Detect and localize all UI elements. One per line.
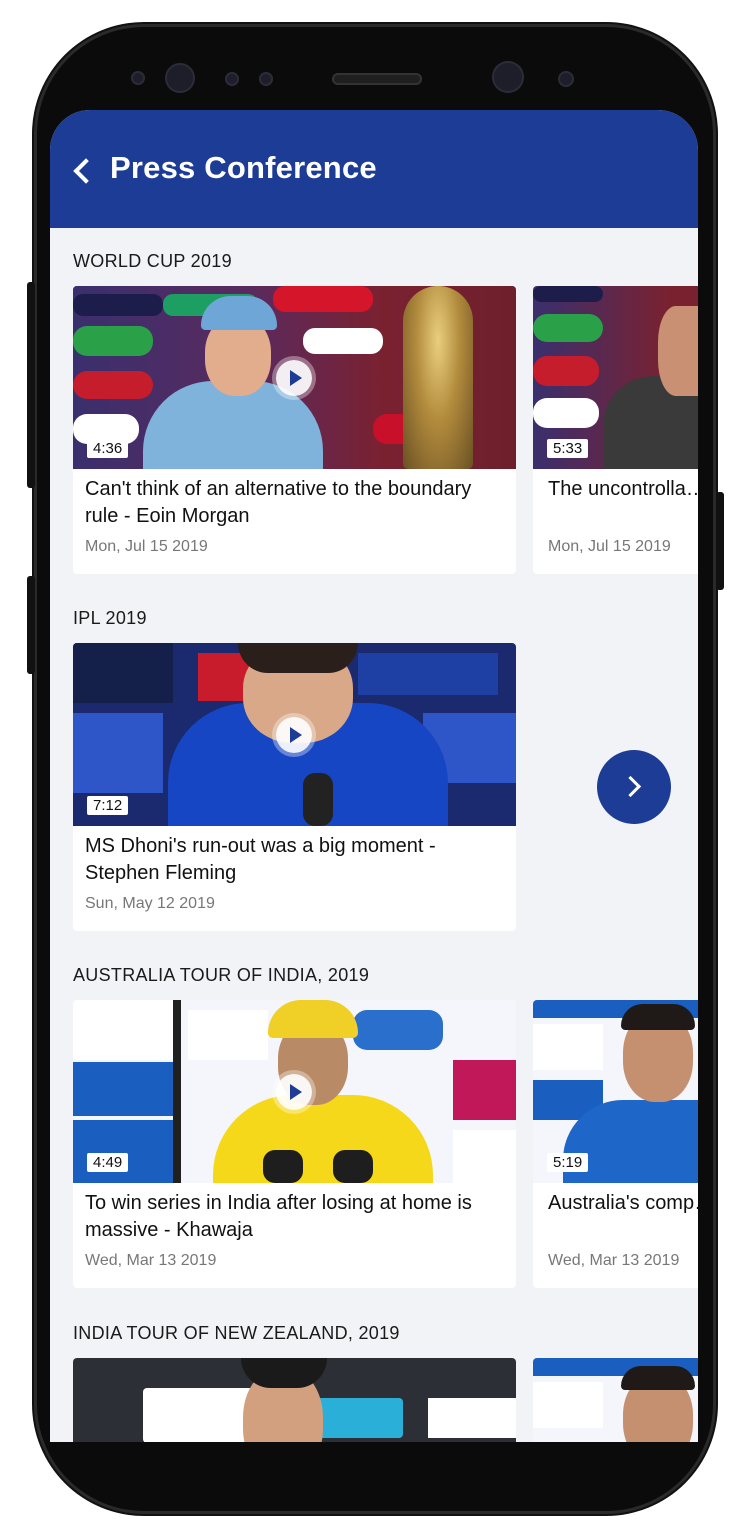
video-card[interactable] — [533, 1358, 698, 1442]
bixby-button — [27, 576, 35, 674]
video-title: The uncontrolla… swallow - Kane — [548, 478, 698, 500]
video-title: Australia's comp… them the series — [548, 1192, 698, 1214]
video-date: Wed, Mar 13 2019 — [85, 1252, 217, 1269]
sensor — [131, 71, 145, 85]
video-duration: 7:12 — [87, 796, 129, 815]
earpiece-speaker — [332, 73, 422, 85]
video-thumbnail: 4:49 — [73, 1000, 516, 1183]
power-button — [716, 492, 724, 590]
video-thumbnail — [533, 1358, 698, 1442]
volume-button — [27, 282, 35, 488]
video-thumbnail — [73, 1358, 516, 1442]
play-icon[interactable] — [276, 717, 312, 753]
video-card[interactable]: 4:49 To win series in India after losing… — [73, 1000, 516, 1288]
video-card[interactable]: 5:33 The uncontrolla… swallow - Kane Mon… — [533, 286, 698, 574]
sensor — [225, 72, 239, 86]
video-duration: 4:49 — [87, 1153, 129, 1172]
video-duration: 4:36 — [87, 439, 129, 458]
play-icon[interactable] — [276, 360, 312, 396]
video-card[interactable] — [73, 1358, 516, 1442]
video-card[interactable]: 4:36 Can't think of an alternative to th… — [73, 286, 516, 574]
video-thumbnail: 5:19 — [533, 1000, 698, 1183]
back-chevron-left-icon[interactable] — [68, 156, 98, 186]
app-bar: Press Conference — [50, 110, 698, 228]
video-thumbnail: 5:33 — [533, 286, 698, 469]
video-duration: 5:19 — [547, 1153, 589, 1172]
video-date: Wed, Mar 13 2019 — [548, 1252, 680, 1269]
sensor — [558, 71, 574, 87]
sensor — [259, 72, 273, 86]
video-date: Mon, Jul 15 2019 — [85, 538, 208, 555]
page-title: Press Conference — [110, 150, 377, 185]
front-camera — [492, 61, 524, 93]
video-date: Mon, Jul 15 2019 — [548, 538, 671, 555]
video-title: MS Dhoni's run-out was a big moment - St… — [85, 835, 436, 884]
video-duration: 5:33 — [547, 439, 589, 458]
section-title: INDIA TOUR OF NEW ZEALAND, 2019 — [73, 1323, 400, 1343]
section-title: WORLD CUP 2019 — [73, 251, 232, 271]
video-title: To win series in India after losing at h… — [85, 1192, 472, 1241]
video-thumbnail: 4:36 — [73, 286, 516, 469]
next-chevron-right-icon[interactable] — [597, 750, 671, 824]
video-card[interactable]: 7:12 MS Dhoni's run-out was a big moment… — [73, 643, 516, 931]
video-card[interactable]: 5:19 Australia's comp… them the series W… — [533, 1000, 698, 1288]
play-icon[interactable] — [276, 1074, 312, 1110]
iris-camera — [165, 63, 195, 93]
video-date: Sun, May 12 2019 — [85, 895, 215, 912]
app-screen: Press Conference WORLD CUP 2019 4:36 Can… — [50, 110, 698, 1442]
section-title: AUSTRALIA TOUR OF INDIA, 2019 — [73, 965, 370, 985]
video-thumbnail: 7:12 — [73, 643, 516, 826]
section-title: IPL 2019 — [73, 608, 147, 628]
video-title: Can't think of an alternative to the bou… — [85, 478, 472, 527]
